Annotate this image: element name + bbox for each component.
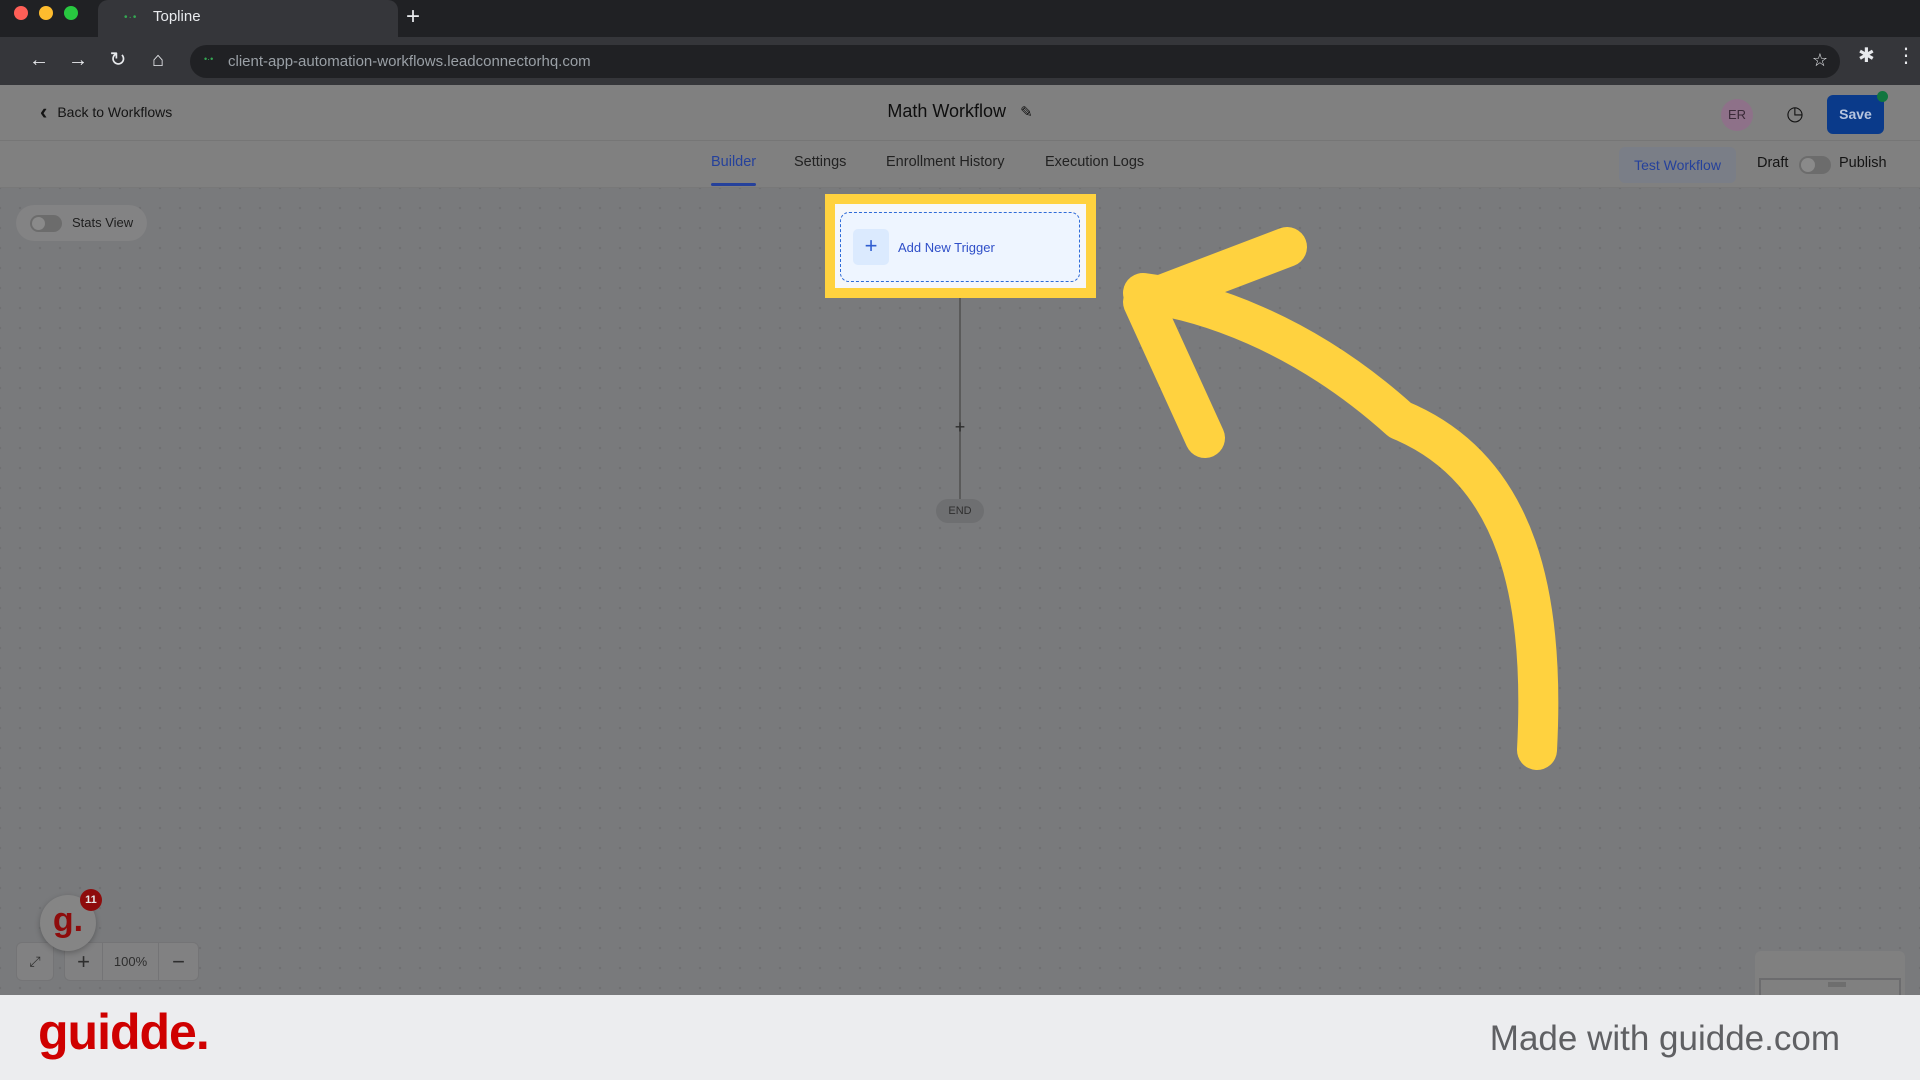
add-step-plus-icon[interactable]: +	[952, 418, 968, 436]
highlight-box: + Add New Trigger	[825, 194, 1096, 298]
workflow-app: ‹ Back to Workflows Math Workflow ✎ ER ◷ …	[0, 85, 1920, 1063]
url-text[interactable]: client-app-automation-workflows.leadconn…	[228, 53, 591, 70]
connector-line	[959, 284, 961, 504]
topline-favicon-icon: •·•	[124, 12, 138, 23]
browser-tab-title: Topline	[153, 8, 201, 25]
guidde-g-logo-icon: g.	[52, 901, 84, 939]
publish-label: Publish	[1839, 155, 1887, 171]
stats-view-label: Stats View	[72, 215, 134, 230]
extensions-puzzle-icon[interactable]: ✱	[1858, 43, 1875, 68]
save-button[interactable]: Save	[1827, 91, 1888, 134]
new-tab-button[interactable]: +	[406, 3, 420, 31]
user-avatar[interactable]: ER	[1721, 99, 1753, 131]
workflow-canvas[interactable]: Stats View + Add New Trigger + END ⤢ + 1…	[0, 188, 1920, 1063]
end-node: END	[936, 499, 984, 523]
window-maximize-button[interactable]	[64, 6, 78, 20]
stats-view-toggle-container: Stats View	[16, 205, 147, 241]
window-close-button[interactable]	[14, 6, 28, 20]
add-new-trigger-card[interactable]: + Add New Trigger	[840, 212, 1080, 282]
highlight-inner: + Add New Trigger	[835, 204, 1086, 288]
tab-settings[interactable]: Settings	[794, 154, 846, 170]
save-status-dot	[1877, 91, 1888, 102]
stats-view-toggle[interactable]	[30, 215, 62, 232]
add-new-trigger-label: Add New Trigger	[898, 240, 995, 255]
edit-pencil-icon[interactable]: ✎	[1020, 104, 1033, 121]
address-bar[interactable]: •·• client-app-automation-workflows.lead…	[190, 45, 1840, 78]
zoom-level: 100%	[103, 943, 159, 980]
home-icon[interactable]: ⌂	[143, 45, 173, 75]
site-favicon-icon: •·•	[204, 54, 214, 64]
browser-tab[interactable]: •·• Topline	[98, 0, 398, 37]
workflow-title-text[interactable]: Math Workflow	[887, 101, 1006, 121]
workflow-title: Math Workflow ✎	[0, 101, 1920, 122]
guidde-badge[interactable]: g. 11	[40, 889, 102, 951]
draft-label: Draft	[1757, 155, 1789, 171]
forward-arrow-icon[interactable]: →	[63, 45, 93, 75]
zoom-controls: + 100% −	[64, 942, 199, 981]
bookmark-star-icon[interactable]: ☆	[1812, 50, 1828, 71]
tab-enrollment-history[interactable]: Enrollment History	[886, 154, 1004, 170]
tab-builder[interactable]: Builder	[711, 154, 757, 186]
test-workflow-button[interactable]: Test Workflow	[1619, 147, 1736, 183]
minimap-node	[1828, 982, 1846, 987]
zoom-out-button[interactable]: −	[159, 943, 198, 980]
window-minimize-button[interactable]	[39, 6, 53, 20]
workflow-tabs: Builder Settings Enrollment History Exec…	[0, 141, 1920, 188]
guidde-badge-count: 11	[80, 889, 102, 911]
fit-view-expand-icon[interactable]: ⤢	[16, 942, 54, 981]
plus-icon: +	[853, 229, 889, 265]
browser-menu-icon[interactable]: ⋮	[1896, 43, 1916, 68]
back-arrow-icon[interactable]: ←	[24, 45, 54, 75]
app-header: ‹ Back to Workflows Math Workflow ✎ ER ◷ …	[0, 85, 1920, 141]
tab-execution-logs[interactable]: Execution Logs	[1045, 154, 1144, 170]
save-button-label: Save	[1839, 106, 1872, 122]
browser-toolbar: ← → ↻ ⌂ •·• client-app-automation-workfl…	[0, 37, 1920, 85]
guidde-footer: guidde. Made with guidde.com	[0, 995, 1920, 1080]
publish-toggle[interactable]	[1799, 156, 1831, 174]
browser-tab-bar: •·• Topline +	[0, 0, 1920, 37]
guidde-logo: guidde.	[38, 1004, 210, 1060]
history-clock-icon[interactable]: ◷	[1780, 99, 1810, 129]
made-with-guidde-text: Made with guidde.com	[1489, 1019, 1840, 1058]
reload-icon[interactable]: ↻	[103, 45, 133, 75]
